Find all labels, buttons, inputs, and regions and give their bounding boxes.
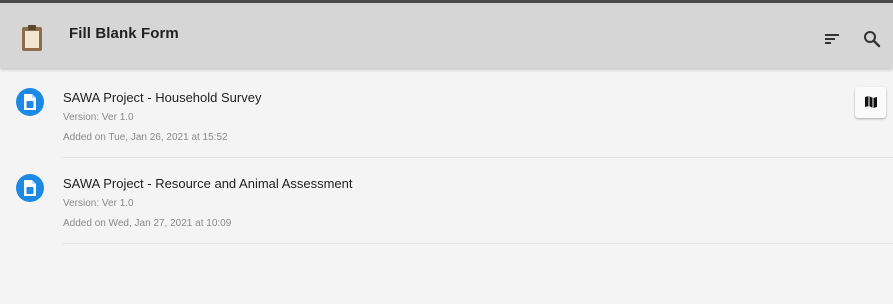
list-divider [63,243,893,244]
page-title: Fill Blank Form [69,25,179,42]
form-icon [16,88,44,116]
sort-icon [825,34,839,44]
form-name: SAWA Project - Household Survey [63,90,262,105]
search-icon [864,31,881,48]
form-version: Version: Ver 1.0 [63,112,134,123]
form-list-item[interactable]: SAWA Project - Household Survey Version:… [0,72,893,158]
form-list-item[interactable]: SAWA Project - Resource and Animal Asses… [0,158,893,244]
form-icon [16,174,44,202]
form-added-date: Added on Wed, Jan 27, 2021 at 10:09 [63,218,232,229]
map-icon [865,96,877,108]
map-button[interactable] [855,87,886,118]
sort-button[interactable] [820,27,844,51]
app-toolbar: Fill Blank Form [0,0,893,68]
search-button[interactable] [860,27,884,51]
form-added-date: Added on Tue, Jan 26, 2021 at 15:52 [63,132,228,143]
form-list: SAWA Project - Household Survey Version:… [0,72,893,244]
form-name: SAWA Project - Resource and Animal Asses… [63,176,353,191]
form-version: Version: Ver 1.0 [63,198,134,209]
clipboard-icon [22,25,42,51]
